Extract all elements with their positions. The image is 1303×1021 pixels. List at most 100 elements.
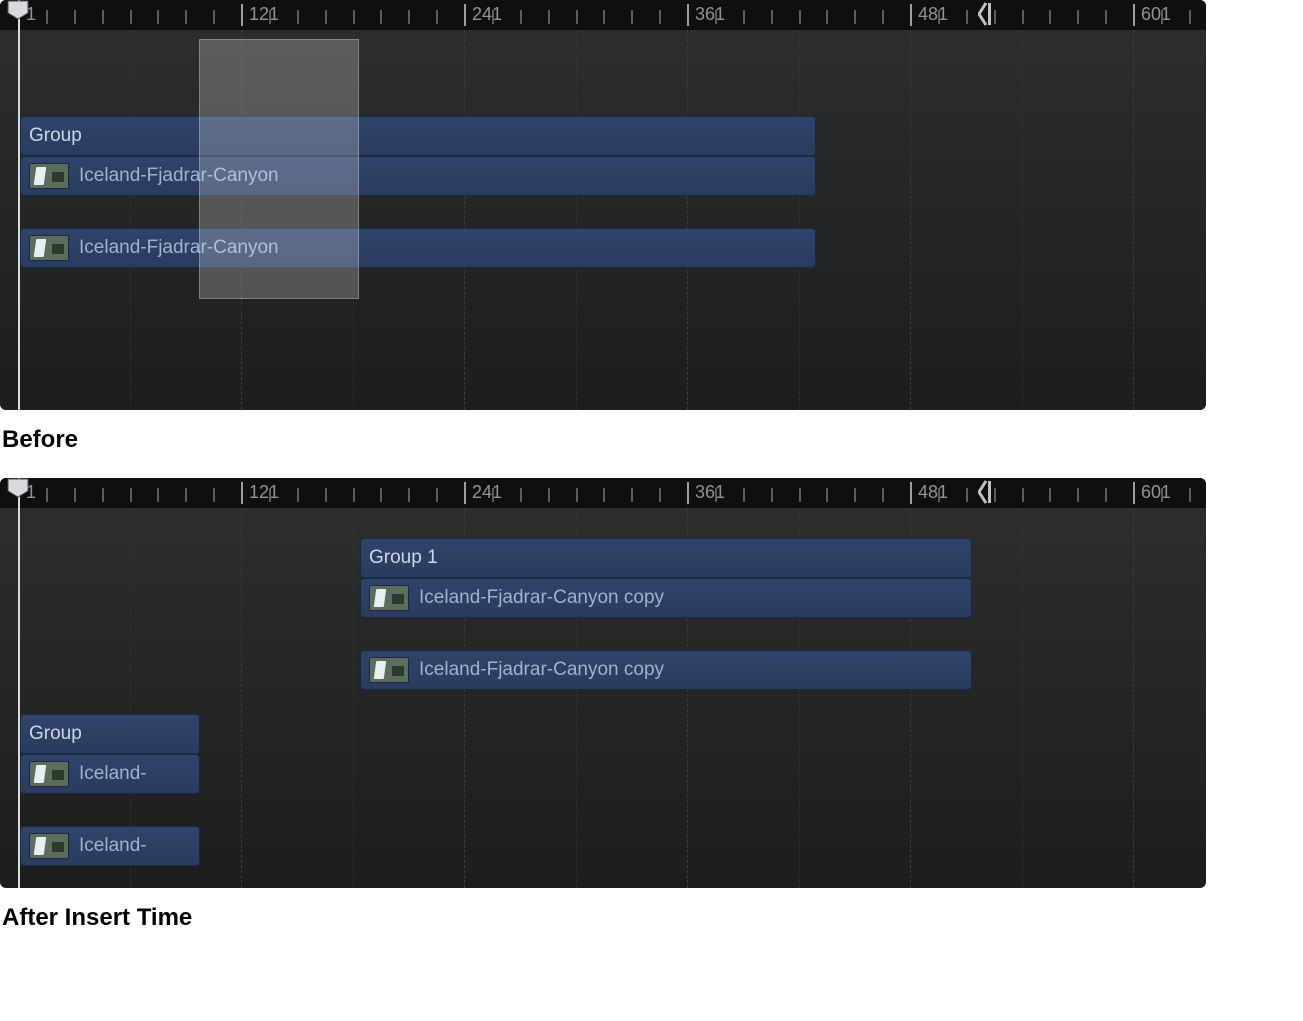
tick-minor [46,10,48,24]
playhead[interactable] [18,478,20,888]
grid-line [1133,508,1134,888]
clip-thumbnail [369,657,409,683]
grid-line [1133,30,1134,410]
end-marker-icon[interactable] [978,2,996,33]
tick-minor [1049,488,1051,502]
clip-label: Iceland-Fjadrar-Canyon copy [419,659,664,681]
tick-minor [743,10,745,24]
tick-minor [659,488,661,502]
tick-minor [1049,10,1051,24]
tick-minor [353,488,355,502]
tick-minor [102,10,104,24]
ruler-label: 121 [249,4,279,25]
tick-minor [436,488,438,502]
tick-minor [157,10,159,24]
ruler-label: 121 [249,482,279,503]
tick-major [910,482,912,504]
tick-minor [1077,10,1079,24]
media-clip[interactable]: Iceland-Fjadrar-Canyon copy [360,650,972,690]
clip-thumbnail [29,833,69,859]
grid-line [1022,30,1023,410]
tick-minor [771,10,773,24]
tick-minor [631,10,633,24]
playhead[interactable] [18,0,20,410]
time-ruler[interactable]: 1121241361481601 [0,478,1206,508]
tick-minor [74,488,76,502]
tick-minor [576,10,578,24]
grid-line [130,30,131,410]
ruler-ticks: 1121241361481601 [0,478,1206,508]
clip-thumbnail [369,585,409,611]
tick-minor [130,10,132,24]
time-range-selection[interactable] [199,39,359,299]
tick-minor [74,10,76,24]
ruler-label: 241 [472,482,502,503]
ruler-ticks: 1121241361481601 [0,0,1206,30]
tick-major [687,482,689,504]
caption-after: After Insert Time [2,904,1303,932]
tick-minor [882,10,884,24]
grid-line [576,30,577,410]
media-clip[interactable]: Iceland-Fjadrar-Canyon [20,156,816,196]
tick-minor [325,488,327,502]
tick-minor [269,10,271,24]
ruler-label: 601 [1141,4,1171,25]
timeline-before[interactable]: 1121241361481601 GroupIceland-Fjadrar-Ca… [0,0,1206,410]
tick-minor [492,10,494,24]
clip-thumbnail [29,235,69,261]
grid-line [353,508,354,888]
tick-minor [966,10,968,24]
group-bar[interactable]: Group 1 [360,538,972,578]
tick-minor [213,10,215,24]
ruler-label: 361 [695,482,725,503]
group-bar[interactable]: Group [20,116,816,156]
tick-major [910,4,912,26]
playhead-start-marker-icon[interactable] [7,0,29,20]
grid-line [799,30,800,410]
grid-line [1022,508,1023,888]
tick-minor [826,488,828,502]
media-clip[interactable]: Iceland- [20,754,200,794]
tick-minor [576,488,578,502]
media-clip[interactable]: Iceland-Fjadrar-Canyon [20,228,816,268]
ruler-label: 481 [918,4,948,25]
media-clip[interactable]: Iceland-Fjadrar-Canyon copy [360,578,972,618]
time-ruler[interactable]: 1121241361481601 [0,0,1206,30]
tick-minor [1189,10,1191,24]
tick-minor [436,10,438,24]
clip-label: Iceland- [79,763,147,785]
grid-line [241,508,242,888]
playhead-start-marker-icon[interactable] [7,478,29,498]
tick-minor [715,488,717,502]
tick-minor [938,10,940,24]
tick-minor [548,488,550,502]
end-marker-icon[interactable] [978,480,996,511]
tick-minor [213,488,215,502]
tick-major [1133,4,1135,26]
tick-minor [380,10,382,24]
tick-minor [631,488,633,502]
tick-minor [826,10,828,24]
tick-minor [157,488,159,502]
tick-minor [492,488,494,502]
group-label: Group 1 [369,547,438,569]
tick-minor [771,488,773,502]
tick-minor [46,488,48,502]
group-bar[interactable]: Group [20,714,200,754]
clip-thumbnail [29,761,69,787]
tick-minor [1022,10,1024,24]
tick-minor [603,10,605,24]
tick-minor [1161,488,1163,502]
ruler-label: 361 [695,4,725,25]
media-clip[interactable]: Iceland- [20,826,200,866]
tick-minor [297,10,299,24]
tick-major [687,4,689,26]
tick-minor [380,488,382,502]
tick-minor [185,488,187,502]
tick-minor [1189,488,1191,502]
tick-minor [1161,10,1163,24]
tick-minor [102,488,104,502]
tick-minor [966,488,968,502]
tick-minor [799,10,801,24]
timeline-after[interactable]: 1121241361481601 Group 1Iceland-Fjadrar-… [0,478,1206,888]
